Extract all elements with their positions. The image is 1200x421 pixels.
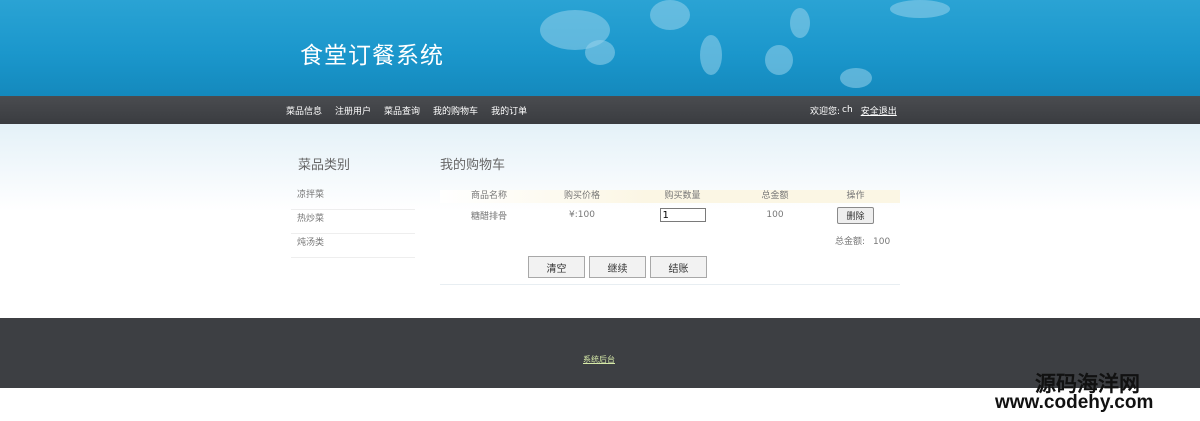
- decorative-splash: [585, 40, 615, 65]
- item-price: ¥:100: [569, 210, 595, 220]
- page-title: 我的购物车: [440, 158, 506, 173]
- column-header-total: 总金额: [761, 191, 789, 201]
- total-value: 100: [873, 237, 891, 247]
- continue-button[interactable]: 继续: [589, 256, 646, 278]
- decorative-splash: [890, 0, 950, 18]
- cart-total: 总金额: 100: [835, 234, 890, 247]
- table-row: 糖醋排骨 ¥:100 100 删除: [440, 205, 900, 225]
- nav-bar: 菜品信息 注册用户 菜品查询 我的购物车 我的订单 欢迎您: ch 安全退出: [0, 96, 1200, 124]
- decorative-splash: [765, 45, 793, 75]
- nav-link-my-orders[interactable]: 我的订单: [491, 104, 527, 117]
- watermark-url: www.codehy.com: [995, 392, 1154, 413]
- content-area: 菜品类别 凉拌菜 热炒菜 炖汤类 我的购物车 商品名称 购买价格 购买数量 总金…: [0, 124, 1200, 318]
- item-total: 100: [766, 210, 784, 220]
- nav-link-dish-info[interactable]: 菜品信息: [286, 104, 322, 117]
- clear-button[interactable]: 清空: [528, 256, 585, 278]
- total-label: 总金额:: [835, 237, 866, 247]
- divider: [440, 284, 900, 285]
- checkout-button[interactable]: 结账: [650, 256, 707, 278]
- nav-link-register[interactable]: 注册用户: [335, 104, 371, 117]
- column-header-price: 购买价格: [563, 191, 600, 201]
- sidebar-item-cold-dishes[interactable]: 凉拌菜: [291, 186, 415, 210]
- column-header-action: 操作: [846, 191, 865, 201]
- sidebar-item-soups[interactable]: 炖汤类: [291, 234, 415, 258]
- decorative-splash: [840, 68, 872, 88]
- user-area: 欢迎您: ch 安全退出: [810, 96, 897, 124]
- table-header: 商品名称 购买价格 购买数量 总金额 操作: [440, 190, 900, 203]
- header-banner: 食堂订餐系统: [0, 0, 1200, 96]
- username: ch: [842, 105, 853, 115]
- sidebar-title: 菜品类别: [298, 158, 351, 173]
- decorative-splash: [650, 0, 690, 30]
- decorative-splash: [790, 8, 810, 38]
- column-header-name: 商品名称: [470, 191, 507, 201]
- footer: 系统后台: [0, 318, 1200, 388]
- category-sidebar: 菜品类别 凉拌菜 热炒菜 炖汤类: [291, 154, 415, 258]
- nav-link-my-cart[interactable]: 我的购物车: [433, 104, 478, 117]
- logout-link[interactable]: 安全退出: [861, 104, 897, 117]
- nav-links: 菜品信息 注册用户 菜品查询 我的购物车 我的订单: [286, 96, 540, 124]
- action-cell: 删除: [811, 206, 900, 224]
- quantity-input[interactable]: [659, 208, 706, 222]
- decorative-splash: [700, 35, 722, 75]
- cart-panel: 我的购物车 商品名称 购买价格 购买数量 总金额 操作 糖醋排骨 ¥:100 1…: [440, 154, 900, 285]
- sidebar-item-stir-fry[interactable]: 热炒菜: [291, 210, 415, 234]
- nav-link-dish-search[interactable]: 菜品查询: [384, 104, 420, 117]
- delete-button[interactable]: 删除: [837, 206, 874, 224]
- admin-link[interactable]: 系统后台: [583, 354, 615, 365]
- column-header-quantity: 购买数量: [664, 191, 701, 201]
- quantity-cell: [626, 208, 739, 222]
- item-name: 糖醋排骨: [470, 211, 507, 222]
- welcome-label: 欢迎您:: [810, 106, 841, 117]
- cart-actions: 清空 继续 结账: [528, 256, 711, 278]
- cart-table: 商品名称 购买价格 购买数量 总金额 操作 糖醋排骨 ¥:100 100 删除: [440, 190, 900, 225]
- site-title: 食堂订餐系统: [300, 43, 444, 69]
